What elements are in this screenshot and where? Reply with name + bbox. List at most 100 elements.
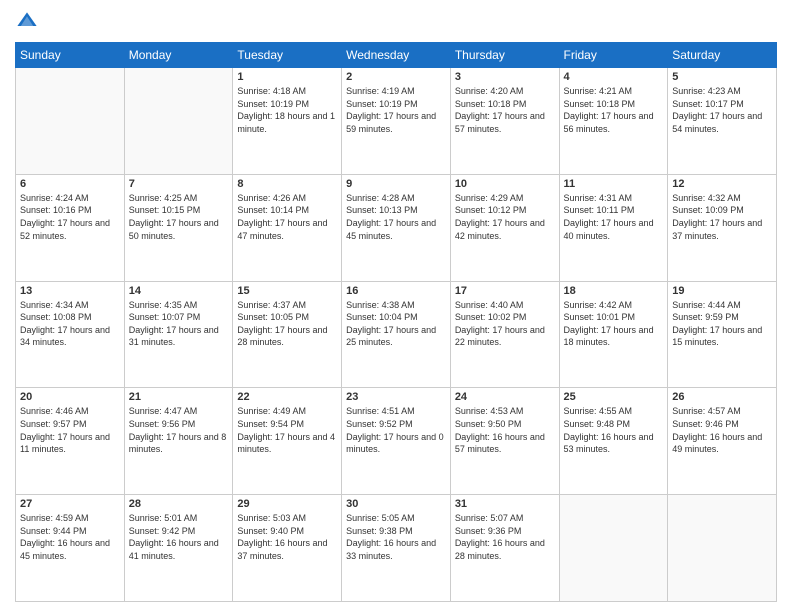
day-number: 7 [129, 178, 229, 190]
calendar-cell [124, 68, 233, 175]
weekday-header-thursday: Thursday [450, 43, 559, 68]
day-number: 22 [237, 391, 337, 403]
calendar-cell: 22 Sunrise: 4:49 AM Sunset: 9:54 PM Dayli… [233, 388, 342, 495]
calendar-cell: 27 Sunrise: 4:59 AM Sunset: 9:44 PM Dayli… [16, 495, 125, 602]
day-number: 6 [20, 178, 120, 190]
day-info: Sunrise: 4:31 AM Sunset: 10:11 PM Daylig… [564, 192, 664, 242]
day-info: Sunrise: 4:19 AM Sunset: 10:19 PM Daylig… [346, 85, 446, 135]
calendar-cell: 21Sunrise: 4:47 AM Sunset: 9:56 PM Dayli… [124, 388, 233, 495]
day-info: Sunrise: 4:24 AM Sunset: 10:16 PM Daylig… [20, 192, 120, 242]
calendar-cell: 4 Sunrise: 4:21 AM Sunset: 10:18 PM Dayli… [559, 68, 668, 175]
calendar-cell: 30 Sunrise: 5:05 AM Sunset: 9:38 PM Dayli… [342, 495, 451, 602]
calendar-cell: 23Sunrise: 4:51 AM Sunset: 9:52 PM Dayli… [342, 388, 451, 495]
day-number: 5 [672, 71, 772, 83]
day-info: Sunrise: 5:03 AM Sunset: 9:40 PM Dayligh… [237, 512, 337, 562]
calendar-cell: 10Sunrise: 4:29 AM Sunset: 10:12 PM Dayl… [450, 174, 559, 281]
day-number: 14 [129, 285, 229, 297]
day-info: Sunrise: 4:40 AM Sunset: 10:02 PM Daylig… [455, 299, 555, 349]
week-row-3: 20 Sunrise: 4:46 AM Sunset: 9:57 PM Dayli… [16, 388, 777, 495]
calendar-cell: 9 Sunrise: 4:28 AM Sunset: 10:13 PM Dayli… [342, 174, 451, 281]
day-info: Sunrise: 4:42 AM Sunset: 10:01 PM Daylig… [564, 299, 664, 349]
day-number: 15 [237, 285, 337, 297]
day-info: Sunrise: 4:26 AM Sunset: 10:14 PM Daylig… [237, 192, 337, 242]
day-number: 2 [346, 71, 446, 83]
calendar-cell: 15Sunrise: 4:37 AM Sunset: 10:05 PM Dayl… [233, 281, 342, 388]
day-info: Sunrise: 5:07 AM Sunset: 9:36 PM Dayligh… [455, 512, 555, 562]
week-row-2: 13 Sunrise: 4:34 AM Sunset: 10:08 PM Dayl… [16, 281, 777, 388]
day-number: 13 [20, 285, 120, 297]
calendar-cell: 29 Sunrise: 5:03 AM Sunset: 9:40 PM Dayli… [233, 495, 342, 602]
day-info: Sunrise: 4:20 AM Sunset: 10:18 PM Daylig… [455, 85, 555, 135]
day-number: 18 [564, 285, 664, 297]
day-number: 27 [20, 498, 120, 510]
calendar-cell: 20 Sunrise: 4:46 AM Sunset: 9:57 PM Dayli… [16, 388, 125, 495]
day-number: 24 [455, 391, 555, 403]
day-number: 25 [564, 391, 664, 403]
weekday-header-row: SundayMondayTuesdayWednesdayThursdayFrid… [16, 43, 777, 68]
calendar-cell: 18 Sunrise: 4:42 AM Sunset: 10:01 PM Dayl… [559, 281, 668, 388]
calendar-cell: 12 Sunrise: 4:32 AM Sunset: 10:09 PM Dayl… [668, 174, 777, 281]
calendar-cell: 2 Sunrise: 4:19 AM Sunset: 10:19 PM Dayli… [342, 68, 451, 175]
day-info: Sunrise: 4:25 AM Sunset: 10:15 PM Daylig… [129, 192, 229, 242]
day-info: Sunrise: 4:49 AM Sunset: 9:54 PM Dayligh… [237, 405, 337, 455]
day-number: 19 [672, 285, 772, 297]
day-info: Sunrise: 5:05 AM Sunset: 9:38 PM Dayligh… [346, 512, 446, 562]
calendar-cell: 5 Sunrise: 4:23 AM Sunset: 10:17 PM Dayli… [668, 68, 777, 175]
day-info: Sunrise: 4:18 AM Sunset: 10:19 PM Daylig… [237, 85, 337, 135]
day-info: Sunrise: 4:21 AM Sunset: 10:18 PM Daylig… [564, 85, 664, 135]
day-info: Sunrise: 4:44 AM Sunset: 9:59 PM Dayligh… [672, 299, 772, 349]
day-info: Sunrise: 4:29 AM Sunset: 10:12 PM Daylig… [455, 192, 555, 242]
day-number: 26 [672, 391, 772, 403]
calendar-cell: 6 Sunrise: 4:24 AM Sunset: 10:16 PM Dayli… [16, 174, 125, 281]
day-info: Sunrise: 4:28 AM Sunset: 10:13 PM Daylig… [346, 192, 446, 242]
day-number: 17 [455, 285, 555, 297]
day-number: 31 [455, 498, 555, 510]
calendar-cell: 31 Sunrise: 5:07 AM Sunset: 9:36 PM Dayli… [450, 495, 559, 602]
day-number: 29 [237, 498, 337, 510]
weekday-header-saturday: Saturday [668, 43, 777, 68]
page: SundayMondayTuesdayWednesdayThursdayFrid… [0, 0, 792, 612]
calendar-cell: 11Sunrise: 4:31 AM Sunset: 10:11 PM Dayl… [559, 174, 668, 281]
calendar-cell: 28Sunrise: 5:01 AM Sunset: 9:42 PM Dayli… [124, 495, 233, 602]
day-info: Sunrise: 4:53 AM Sunset: 9:50 PM Dayligh… [455, 405, 555, 455]
calendar-cell: 25 Sunrise: 4:55 AM Sunset: 9:48 PM Dayli… [559, 388, 668, 495]
header [15, 10, 777, 34]
day-number: 30 [346, 498, 446, 510]
day-number: 1 [237, 71, 337, 83]
day-info: Sunrise: 4:23 AM Sunset: 10:17 PM Daylig… [672, 85, 772, 135]
calendar-cell: 19 Sunrise: 4:44 AM Sunset: 9:59 PM Dayli… [668, 281, 777, 388]
day-info: Sunrise: 4:55 AM Sunset: 9:48 PM Dayligh… [564, 405, 664, 455]
day-info: Sunrise: 4:47 AM Sunset: 9:56 PM Dayligh… [129, 405, 229, 455]
day-number: 20 [20, 391, 120, 403]
day-info: Sunrise: 4:34 AM Sunset: 10:08 PM Daylig… [20, 299, 120, 349]
calendar-cell: 8Sunrise: 4:26 AM Sunset: 10:14 PM Dayli… [233, 174, 342, 281]
day-number: 9 [346, 178, 446, 190]
day-info: Sunrise: 4:46 AM Sunset: 9:57 PM Dayligh… [20, 405, 120, 455]
day-number: 12 [672, 178, 772, 190]
calendar-table: SundayMondayTuesdayWednesdayThursdayFrid… [15, 42, 777, 602]
week-row-4: 27 Sunrise: 4:59 AM Sunset: 9:44 PM Dayli… [16, 495, 777, 602]
calendar-cell [668, 495, 777, 602]
day-number: 28 [129, 498, 229, 510]
day-info: Sunrise: 4:32 AM Sunset: 10:09 PM Daylig… [672, 192, 772, 242]
weekday-header-monday: Monday [124, 43, 233, 68]
calendar-cell: 26 Sunrise: 4:57 AM Sunset: 9:46 PM Dayli… [668, 388, 777, 495]
day-info: Sunrise: 4:59 AM Sunset: 9:44 PM Dayligh… [20, 512, 120, 562]
calendar-cell [559, 495, 668, 602]
day-number: 4 [564, 71, 664, 83]
calendar-cell: 24 Sunrise: 4:53 AM Sunset: 9:50 PM Dayli… [450, 388, 559, 495]
day-info: Sunrise: 4:38 AM Sunset: 10:04 PM Daylig… [346, 299, 446, 349]
logo [15, 10, 43, 34]
calendar-cell: 13 Sunrise: 4:34 AM Sunset: 10:08 PM Dayl… [16, 281, 125, 388]
day-info: Sunrise: 4:35 AM Sunset: 10:07 PM Daylig… [129, 299, 229, 349]
day-info: Sunrise: 4:57 AM Sunset: 9:46 PM Dayligh… [672, 405, 772, 455]
week-row-1: 6 Sunrise: 4:24 AM Sunset: 10:16 PM Dayli… [16, 174, 777, 281]
calendar-cell: 7 Sunrise: 4:25 AM Sunset: 10:15 PM Dayli… [124, 174, 233, 281]
day-number: 23 [346, 391, 446, 403]
weekday-header-tuesday: Tuesday [233, 43, 342, 68]
calendar-cell: 1 Sunrise: 4:18 AM Sunset: 10:19 PM Dayli… [233, 68, 342, 175]
week-row-0: 1 Sunrise: 4:18 AM Sunset: 10:19 PM Dayli… [16, 68, 777, 175]
calendar-cell: 16Sunrise: 4:38 AM Sunset: 10:04 PM Dayl… [342, 281, 451, 388]
weekday-header-friday: Friday [559, 43, 668, 68]
weekday-header-sunday: Sunday [16, 43, 125, 68]
